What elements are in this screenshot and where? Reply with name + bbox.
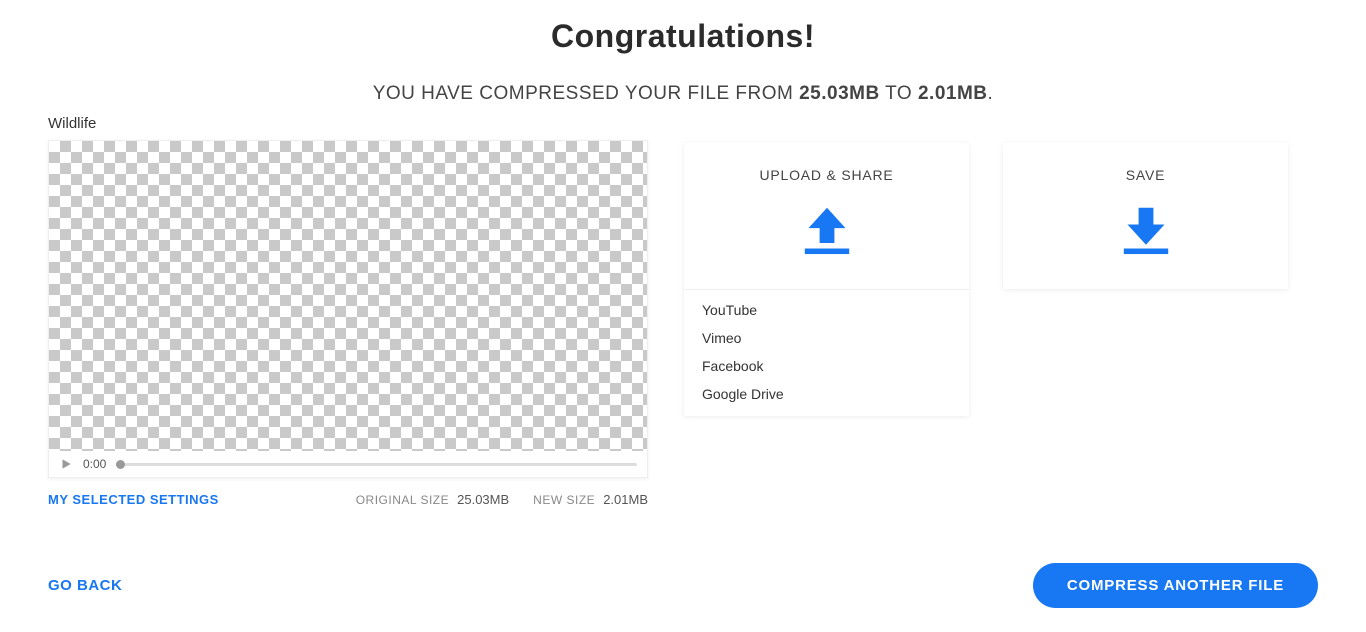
video-preview-box: 0:00 <box>48 140 648 478</box>
compression-summary: YOU HAVE COMPRESSED YOUR FILE FROM 25.03… <box>48 83 1318 105</box>
file-name-label: Wildlife <box>48 115 648 132</box>
summary-suffix: . <box>988 83 994 104</box>
video-player-controls[interactable]: 0:00 <box>49 451 647 477</box>
video-seek-track[interactable] <box>116 463 637 466</box>
upload-share-card: UPLOAD & SHARE YouTube Vimeo Facebook Go <box>684 143 969 416</box>
summary-new-size: 2.01MB <box>918 83 988 104</box>
new-size-label: NEW SIZE <box>533 493 595 507</box>
play-icon[interactable] <box>59 457 73 471</box>
original-size-label: ORIGINAL SIZE <box>356 493 449 507</box>
summary-mid: TO <box>880 83 918 104</box>
share-option-vimeo[interactable]: Vimeo <box>684 324 969 352</box>
video-time-display: 0:00 <box>83 457 106 471</box>
summary-prefix: YOU HAVE COMPRESSED YOUR FILE FROM <box>373 83 799 104</box>
share-option-youtube[interactable]: YouTube <box>684 290 969 324</box>
save-title: SAVE <box>1013 167 1278 183</box>
new-size-value: 2.01MB <box>603 492 648 507</box>
upload-icon[interactable] <box>694 201 959 259</box>
page-title: Congratulations! <box>48 18 1318 55</box>
save-card[interactable]: SAVE <box>1003 143 1288 289</box>
compress-another-file-button[interactable]: COMPRESS ANOTHER FILE <box>1033 563 1318 608</box>
original-size-value: 25.03MB <box>457 492 509 507</box>
share-options-list: YouTube Vimeo Facebook Google Drive <box>684 289 969 416</box>
go-back-link[interactable]: GO BACK <box>48 577 122 594</box>
share-option-google-drive[interactable]: Google Drive <box>684 380 969 416</box>
my-selected-settings-link[interactable]: MY SELECTED SETTINGS <box>48 492 219 507</box>
upload-share-title: UPLOAD & SHARE <box>694 167 959 183</box>
video-preview-placeholder <box>49 141 647 451</box>
summary-original-size: 25.03MB <box>799 83 880 104</box>
download-icon[interactable] <box>1013 201 1278 259</box>
share-option-facebook[interactable]: Facebook <box>684 352 969 380</box>
